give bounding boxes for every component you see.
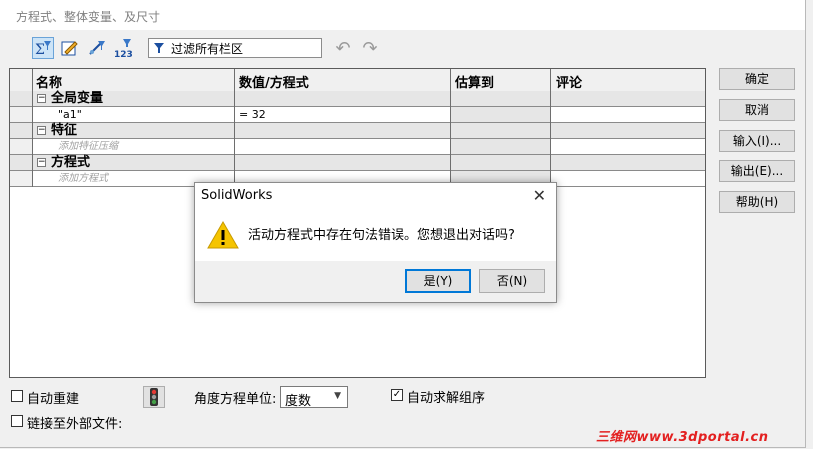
undo-button[interactable]: ↶ xyxy=(332,37,354,59)
variable-name-cell[interactable]: "a1" xyxy=(58,108,82,122)
redo-icon: ↷ xyxy=(362,37,378,59)
warning-icon xyxy=(207,220,239,249)
features-label: 特征 xyxy=(51,123,78,138)
error-dialog: SolidWorks ✕ 活动方程式中存在句法错误。您想退出对话吗? 是(Y) … xyxy=(194,182,557,303)
collapse-icon[interactable]: − xyxy=(37,126,46,135)
ok-button[interactable]: 确定 xyxy=(719,68,795,90)
redo-button[interactable]: ↷ xyxy=(359,37,381,59)
auto-rebuild-checkbox[interactable] xyxy=(11,390,23,402)
undo-icon: ↶ xyxy=(335,37,351,59)
sketch-equation-button[interactable] xyxy=(59,37,81,59)
add-equation-placeholder[interactable]: 添加方程式 xyxy=(58,172,108,186)
dimension-view-icon xyxy=(89,41,105,55)
collapse-icon[interactable]: − xyxy=(37,94,46,103)
svg-text:123: 123 xyxy=(114,50,133,58)
dialog-message: 活动方程式中存在句法错误。您想退出对话吗? xyxy=(248,228,515,243)
close-icon[interactable]: ✕ xyxy=(533,186,546,205)
group-row-global-variables[interactable]: − 全局变量 xyxy=(10,91,705,107)
export-button[interactable]: 输出(E)... xyxy=(719,160,795,182)
column-header-comment: 评论 xyxy=(556,76,583,91)
filter-icon xyxy=(154,43,164,53)
column-header-name: 名称 xyxy=(36,76,63,91)
title-bar: 方程式、整体变量、及尺寸 xyxy=(0,0,805,30)
angle-unit-value: 度数 xyxy=(285,394,312,409)
auto-solve-checkbox[interactable]: ✓ xyxy=(391,389,403,401)
column-divider xyxy=(550,69,551,187)
equation-view-icon: Σ xyxy=(35,41,51,57)
watermark: 三维网www.3dportal.cn xyxy=(596,430,769,445)
dialog-footer: 是(Y) 否(N) xyxy=(195,261,556,302)
column-divider xyxy=(450,69,451,187)
no-button[interactable]: 否(N) xyxy=(479,269,545,293)
variable-value-cell[interactable]: = 32 xyxy=(239,108,266,122)
dialog-title: SolidWorks xyxy=(201,188,273,203)
column-divider xyxy=(32,69,33,187)
add-feature-placeholder[interactable]: 添加特征压缩 xyxy=(58,140,118,154)
solve-status-button[interactable] xyxy=(143,386,165,408)
equations-label: 方程式 xyxy=(51,155,91,170)
chevron-down-icon: ▼ xyxy=(334,391,341,401)
group-row-equations[interactable]: − 方程式 xyxy=(10,155,705,171)
angle-unit-select[interactable]: 度数 ▼ xyxy=(280,386,348,409)
table-row[interactable]: "a1" = 32 xyxy=(10,107,705,123)
collapse-icon[interactable]: − xyxy=(37,158,46,167)
equation-view-button[interactable]: Σ xyxy=(32,37,54,59)
traffic-light-icon xyxy=(150,388,158,406)
column-header-evaluates: 估算到 xyxy=(455,76,495,91)
ordered-view-icon: 123 xyxy=(114,39,133,58)
ordered-view-button[interactable]: 123 xyxy=(113,37,135,59)
column-header-value: 数值/方程式 xyxy=(239,76,309,91)
yes-button[interactable]: 是(Y) xyxy=(405,269,471,293)
cancel-button[interactable]: 取消 xyxy=(719,99,795,121)
group-row-features[interactable]: − 特征 xyxy=(10,123,705,139)
table-header: 名称 数值/方程式 估算到 评论 xyxy=(10,69,705,92)
auto-rebuild-label: 自动重建 xyxy=(27,392,80,407)
filter-text: 过滤所有栏区 xyxy=(171,41,244,56)
window-title: 方程式、整体变量、及尺寸 xyxy=(16,10,161,24)
help-button[interactable]: 帮助(H) xyxy=(719,191,795,213)
import-button[interactable]: 输入(I)... xyxy=(719,130,795,152)
svg-text:Σ: Σ xyxy=(35,42,45,57)
column-divider xyxy=(234,69,235,187)
auto-solve-label: 自动求解组序 xyxy=(407,391,486,406)
angle-unit-label: 角度方程单位: xyxy=(194,392,277,407)
filter-input[interactable]: 过滤所有栏区 xyxy=(148,38,322,58)
link-external-label: 链接至外部文件: xyxy=(27,417,123,432)
sketch-equation-icon xyxy=(61,41,78,56)
table-row[interactable]: 添加特征压缩 xyxy=(10,139,705,155)
link-external-checkbox[interactable] xyxy=(11,415,23,427)
dimension-view-button[interactable] xyxy=(86,37,108,59)
global-variables-label: 全局变量 xyxy=(51,91,104,106)
